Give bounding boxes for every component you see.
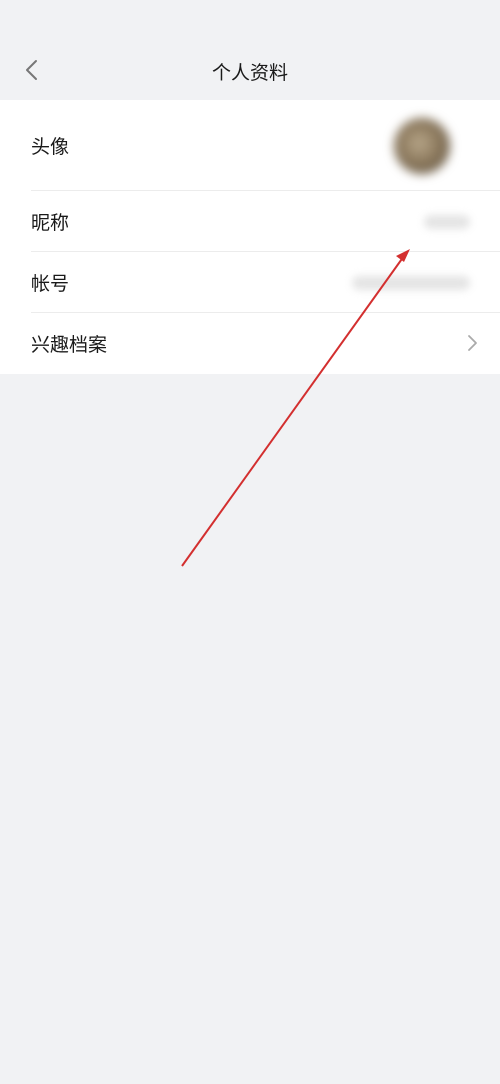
row-nickname[interactable]: 昵称 (0, 191, 500, 252)
row-avatar[interactable]: 头像 (0, 100, 500, 191)
header-bar: 个人资料 (0, 0, 500, 100)
page-title: 个人资料 (211, 62, 288, 84)
row-label-avatar: 头像 (31, 136, 70, 158)
row-label-nickname: 昵称 (31, 212, 70, 234)
row-interest-profile[interactable]: 兴趣档案 (0, 313, 500, 374)
avatar[interactable] (394, 118, 450, 174)
chevron-right-icon (468, 335, 477, 351)
nickname-value-blurred (424, 214, 470, 229)
row-label-account: 帐号 (31, 273, 70, 295)
profile-list: 头像 昵称 帐号 兴趣档案 (0, 100, 500, 374)
account-value-blurred (352, 275, 470, 290)
row-label-interest-profile: 兴趣档案 (31, 334, 108, 356)
row-account[interactable]: 帐号 (0, 252, 500, 313)
